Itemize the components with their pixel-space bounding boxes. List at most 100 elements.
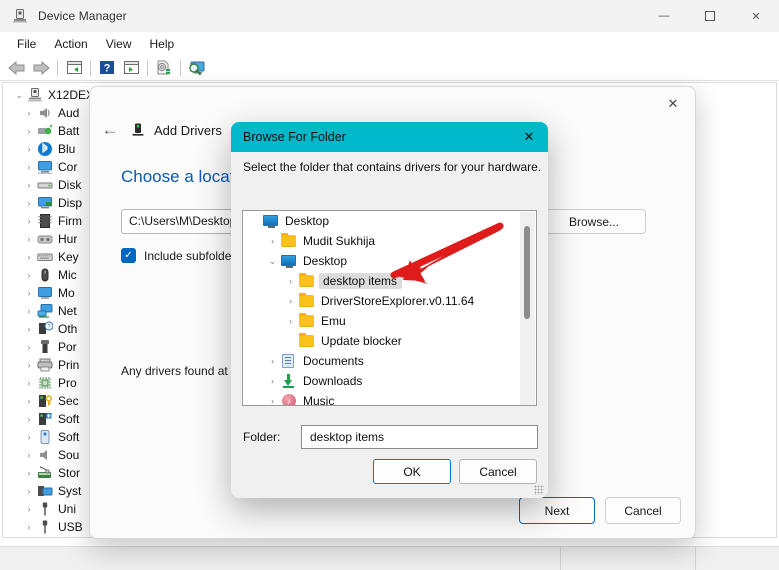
browse-dialog-close-button[interactable]: ✕	[514, 125, 544, 149]
folder-icon	[281, 233, 297, 249]
device-tree-item-label: Pro	[58, 376, 77, 390]
menu-help[interactable]: Help	[141, 34, 184, 54]
folder-tree-scrollbar-thumb[interactable]	[524, 226, 530, 319]
chevron-right-icon[interactable]: ›	[21, 468, 37, 478]
toolbar-separator	[147, 59, 148, 76]
folder-tree-item[interactable]: › Documents	[243, 351, 521, 371]
chevron-down-icon[interactable]: ⌄	[11, 90, 27, 101]
chevron-right-icon[interactable]: ›	[264, 236, 281, 246]
device-tree-item-label: Disp	[58, 196, 83, 210]
folder-tree-item[interactable]: › DriverStoreExplorer.v0.11.64	[243, 291, 521, 311]
menu-action[interactable]: Action	[45, 34, 96, 54]
bluetooth-icon	[37, 141, 53, 157]
chevron-right-icon[interactable]: ›	[21, 378, 37, 388]
folder-tree-item[interactable]: › Emu	[243, 311, 521, 331]
status-cell-2	[561, 547, 696, 570]
wizard-cancel-button[interactable]: Cancel	[605, 497, 681, 524]
folder-tree-scrollbar[interactable]	[520, 212, 535, 405]
chevron-right-icon[interactable]: ›	[21, 486, 37, 496]
wizard-close-button[interactable]: ✕	[657, 91, 689, 117]
chevron-right-icon[interactable]: ›	[21, 306, 37, 316]
chevron-down-icon[interactable]: ⌄	[264, 256, 281, 267]
chevron-right-icon[interactable]: ›	[21, 126, 37, 136]
include-subfolders-checkbox[interactable]: ✓ Include subfolders	[121, 248, 241, 263]
chevron-right-icon[interactable]: ›	[21, 270, 37, 280]
device-tree-item-label: Oth	[58, 322, 78, 336]
device-tree-item-label: Disk	[58, 178, 82, 192]
app-root: Device Manager — ✕ File Action View Help	[0, 0, 779, 570]
device-tree-item-label: Cor	[58, 160, 78, 174]
browse-button[interactable]: Browse...	[542, 209, 646, 234]
device-tree-item-label: Batt	[58, 124, 80, 138]
desktop-icon	[263, 213, 279, 229]
chevron-right-icon[interactable]: ›	[264, 396, 281, 405]
maximize-button[interactable]	[687, 0, 733, 32]
folder-label: Folder:	[243, 430, 281, 444]
folder-tree-item[interactable]: Update blocker	[243, 331, 521, 351]
folder-tree-item-label: Music	[303, 394, 335, 406]
chevron-right-icon[interactable]: ›	[21, 180, 37, 190]
menu-view[interactable]: View	[97, 34, 141, 54]
folder-tree-item[interactable]: › Mudit Sukhija	[243, 231, 521, 251]
folder-tree-item[interactable]: › ♪ Music	[243, 391, 521, 406]
resize-grip[interactable]	[534, 485, 544, 495]
browse-cancel-button[interactable]: Cancel	[459, 459, 537, 484]
folder-tree-item[interactable]: Desktop	[243, 211, 521, 231]
disk-drive-icon	[37, 177, 53, 193]
chevron-right-icon[interactable]: ›	[21, 144, 37, 154]
chevron-right-icon[interactable]: ›	[21, 450, 37, 460]
device-manager-icon	[12, 8, 28, 24]
scan-hardware-icon[interactable]	[185, 57, 209, 79]
folder-tree-item-label: Downloads	[303, 374, 363, 388]
chevron-right-icon[interactable]: ›	[21, 324, 37, 334]
chevron-right-icon[interactable]: ›	[282, 276, 299, 286]
chevron-right-icon[interactable]: ›	[264, 376, 281, 386]
chevron-right-icon[interactable]: ›	[21, 522, 37, 532]
folder-tree[interactable]: Desktop › Mudit Sukhija ⌄ Desktop › desktop it…	[242, 210, 537, 406]
minimize-button[interactable]: —	[641, 0, 687, 32]
folder-tree-item[interactable]: ⌄ Desktop	[243, 251, 521, 271]
next-button[interactable]: Next	[519, 497, 595, 524]
chevron-right-icon[interactable]: ›	[21, 396, 37, 406]
chevron-right-icon[interactable]: ›	[21, 216, 37, 226]
folder-tree-item-label: Desktop	[303, 254, 348, 268]
chevron-right-icon[interactable]: ›	[282, 316, 299, 326]
check-icon: ✓	[121, 248, 136, 263]
browse-dialog-title: Browse For Folder	[243, 130, 346, 144]
help-icon[interactable]: ?	[95, 57, 119, 79]
device-tree-item-label: Soft	[58, 412, 80, 426]
back-icon[interactable]	[5, 57, 29, 79]
chevron-right-icon[interactable]: ›	[21, 108, 37, 118]
chevron-right-icon[interactable]: ›	[21, 342, 37, 352]
update-driver-icon[interactable]	[152, 57, 176, 79]
chevron-right-icon[interactable]: ›	[21, 432, 37, 442]
forward-icon[interactable]	[29, 57, 53, 79]
security-device-icon	[37, 393, 53, 409]
chevron-right-icon[interactable]: ›	[21, 288, 37, 298]
chevron-right-icon[interactable]: ›	[21, 162, 37, 172]
chevron-right-icon[interactable]: ›	[264, 356, 281, 366]
device-tree-root-label: X12DEX	[48, 88, 95, 102]
show-hidden-devices-icon[interactable]	[62, 57, 86, 79]
properties-icon[interactable]	[119, 57, 143, 79]
status-cell-main	[0, 547, 561, 570]
folder-tree-item-selected[interactable]: › desktop items	[243, 271, 521, 291]
chevron-right-icon[interactable]: ›	[21, 360, 37, 370]
documents-icon	[281, 353, 297, 369]
device-tree-item-label: Mic	[58, 268, 77, 282]
close-button[interactable]: ✕	[733, 0, 779, 32]
chevron-right-icon[interactable]: ›	[21, 252, 37, 262]
device-tree-item-label: Hur	[58, 232, 78, 246]
chevron-right-icon[interactable]: ›	[21, 198, 37, 208]
menu-file[interactable]: File	[8, 34, 45, 54]
wizard-back-button[interactable]: ←	[96, 117, 124, 143]
chevron-right-icon[interactable]: ›	[21, 504, 37, 514]
device-tree-item-label: Stor	[58, 466, 81, 480]
audio-icon	[37, 105, 53, 121]
chevron-right-icon[interactable]: ›	[282, 296, 299, 306]
folder-tree-item[interactable]: › Downloads	[243, 371, 521, 391]
ok-button[interactable]: OK	[373, 459, 451, 484]
chevron-right-icon[interactable]: ›	[21, 414, 37, 424]
folder-name-input[interactable]: desktop items	[301, 425, 538, 449]
chevron-right-icon[interactable]: ›	[21, 234, 37, 244]
